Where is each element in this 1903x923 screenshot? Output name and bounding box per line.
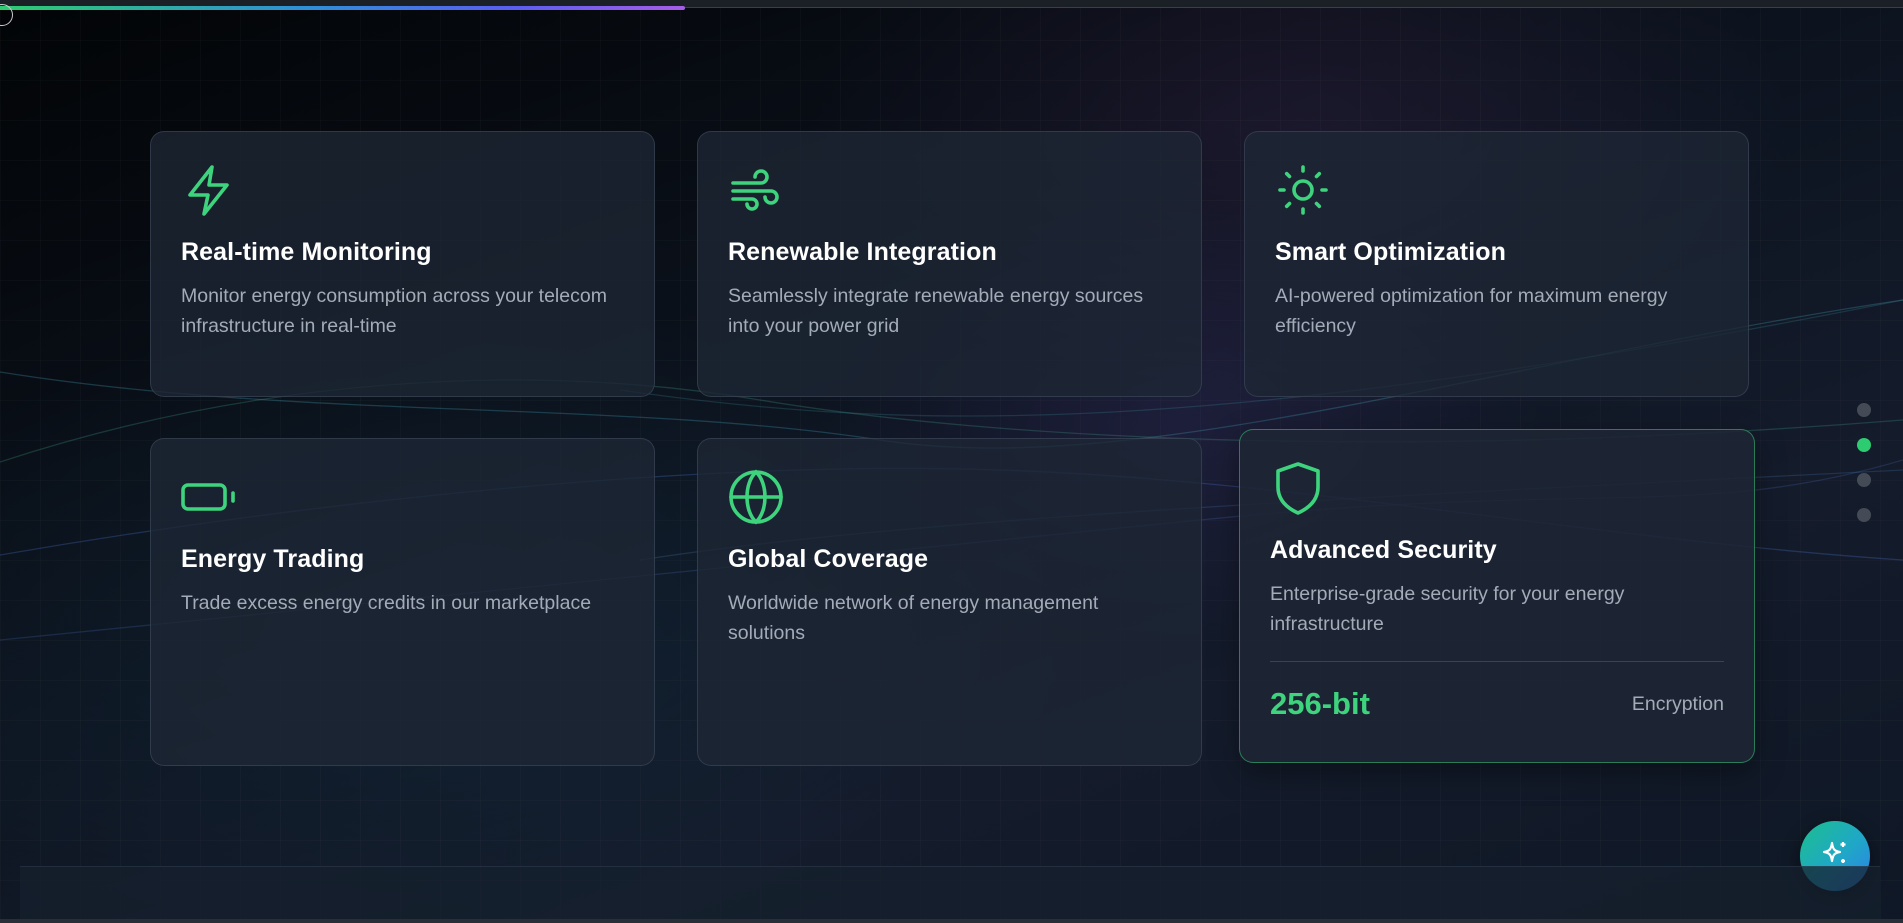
stat-row: 256-bit Encryption <box>1270 686 1724 722</box>
bottom-border <box>0 919 1903 923</box>
feature-description: AI-powered optimization for maximum ener… <box>1275 285 1668 337</box>
feature-description: Trade excess energy credits in our marke… <box>181 592 592 614</box>
section-dot-3[interactable] <box>1857 473 1871 487</box>
feature-title: Real-time Monitoring <box>181 238 432 266</box>
next-section-preview <box>20 866 1880 923</box>
section-dot-1[interactable] <box>1857 403 1871 417</box>
feature-card-energy-trading[interactable]: Energy Trading Trade excess energy credi… <box>150 438 655 766</box>
feature-description: Monitor energy consumption across your t… <box>181 285 607 337</box>
stat-value: 256-bit <box>1270 686 1370 721</box>
stat-label: Encryption <box>1631 692 1724 715</box>
feature-card-advanced-security[interactable]: Advanced Security Enterprise-grade secur… <box>1239 429 1755 763</box>
wind-icon <box>728 162 784 218</box>
feature-description: Enterprise-grade security for your energ… <box>1270 583 1625 635</box>
section-dot-nav <box>1857 403 1871 543</box>
feature-title: Advanced Security <box>1270 536 1497 564</box>
globe-icon <box>728 469 784 525</box>
feature-card-global-coverage[interactable]: Global Coverage Worldwide network of ene… <box>697 438 1202 766</box>
feature-description: Worldwide network of energy management s… <box>728 592 1099 644</box>
section-dot-4[interactable] <box>1857 508 1871 522</box>
lightning-bolt-icon <box>181 162 237 218</box>
feature-title: Renewable Integration <box>728 238 997 266</box>
battery-icon <box>181 469 237 525</box>
page: Real-time Monitoring Monitor energy cons… <box>0 0 1903 923</box>
feature-title: Global Coverage <box>728 545 929 573</box>
sun-icon <box>1275 162 1331 218</box>
scroll-progress-bar <box>0 6 686 10</box>
card-divider <box>1270 661 1724 662</box>
feature-title: Smart Optimization <box>1275 238 1506 266</box>
section-dot-2[interactable] <box>1857 438 1871 452</box>
shield-icon <box>1270 460 1326 516</box>
feature-card-real-time-monitoring[interactable]: Real-time Monitoring Monitor energy cons… <box>150 131 655 397</box>
feature-title: Energy Trading <box>181 545 365 573</box>
feature-card-smart-optimization[interactable]: Smart Optimization AI-powered optimizati… <box>1244 131 1749 397</box>
feature-description: Seamlessly integrate renewable energy so… <box>728 285 1144 337</box>
feature-card-renewable-integration[interactable]: Renewable Integration Seamlessly integra… <box>697 131 1202 397</box>
